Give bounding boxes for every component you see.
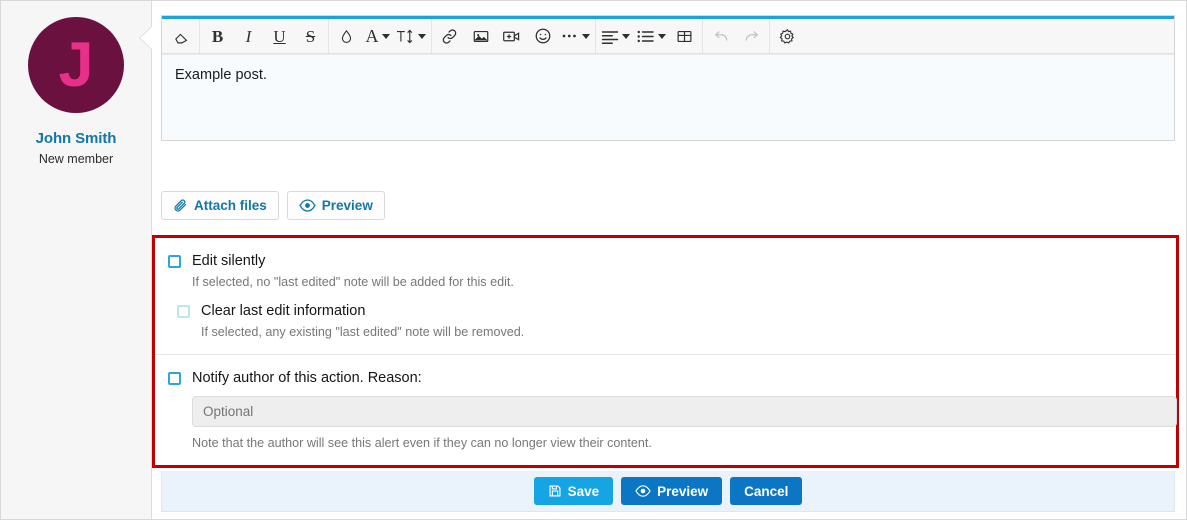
notify-reason-input[interactable]: [192, 396, 1177, 427]
notify-author-text: Notify author of this action. Reason: No…: [192, 369, 1177, 450]
author-title: New member: [39, 152, 113, 166]
clear-last-edit-checkbox[interactable]: [177, 305, 190, 318]
panel-pointer-tail: [140, 27, 152, 49]
eye-icon: [635, 484, 651, 498]
image-icon[interactable]: [465, 19, 496, 53]
toolbar-separator: [702, 19, 703, 53]
attach-files-label: Attach files: [194, 198, 267, 213]
toolbar-separator: [199, 19, 200, 53]
redo-icon[interactable]: [736, 19, 767, 53]
preview-button-footer[interactable]: Preview: [621, 477, 722, 505]
cancel-label: Cancel: [744, 484, 788, 499]
post-edit-panel: B I U S A: [152, 1, 1187, 520]
attach-files-button[interactable]: Attach files: [161, 191, 279, 220]
dialog-footer: Save Preview Cancel: [161, 471, 1175, 512]
save-label: Save: [568, 484, 600, 499]
clear-formatting-icon[interactable]: [166, 19, 197, 53]
editor-text: Example post.: [175, 67, 267, 83]
preview-label-secondary: Preview: [322, 198, 373, 213]
toolbar-separator: [328, 19, 329, 53]
font-size-icon[interactable]: [393, 19, 429, 53]
emoji-smiley-icon[interactable]: [527, 19, 558, 53]
table-icon[interactable]: [669, 19, 700, 53]
clear-last-edit-row[interactable]: Clear last edit information If selected,…: [155, 302, 1176, 340]
editor-content-area[interactable]: Example post.: [162, 54, 1174, 140]
preview-label-footer: Preview: [657, 484, 708, 499]
edit-silently-checkbox[interactable]: [168, 255, 181, 268]
paperclip-icon: [173, 198, 188, 213]
author-name-link[interactable]: John Smith: [36, 130, 117, 147]
notify-author-row[interactable]: Notify author of this action. Reason: No…: [155, 369, 1176, 450]
clear-last-edit-help: If selected, any existing "last edited" …: [201, 324, 524, 340]
eye-icon: [299, 198, 316, 213]
list-icon[interactable]: [633, 19, 669, 53]
author-sidebar: J John Smith New member: [1, 1, 152, 520]
underline-icon[interactable]: U: [264, 19, 295, 53]
edit-silently-section: Edit silently If selected, no "last edit…: [155, 238, 1176, 354]
clear-last-edit-label: Clear last edit information: [201, 302, 524, 320]
edit-silently-help: If selected, no "last edited" note will …: [192, 274, 514, 290]
more-options-ellipsis-icon[interactable]: [558, 19, 593, 53]
edit-post-dialog: J John Smith New member B I U S: [0, 0, 1187, 520]
avatar[interactable]: J: [28, 17, 124, 113]
font-color-icon[interactable]: A: [362, 19, 393, 53]
italic-icon[interactable]: I: [233, 19, 264, 53]
preview-button-secondary[interactable]: Preview: [287, 191, 385, 220]
strikethrough-icon[interactable]: S: [295, 19, 326, 53]
avatar-initial: J: [58, 34, 93, 97]
editor-actions-row: Attach files Preview: [161, 191, 385, 220]
save-button[interactable]: Save: [534, 477, 614, 505]
undo-icon[interactable]: [705, 19, 736, 53]
align-icon[interactable]: [598, 19, 633, 53]
notify-author-section: Notify author of this action. Reason: No…: [155, 354, 1176, 464]
edit-silently-row[interactable]: Edit silently If selected, no "last edit…: [155, 252, 1176, 290]
toolbar-separator: [769, 19, 770, 53]
moderation-options-highlight: Edit silently If selected, no "last edit…: [152, 235, 1179, 468]
edit-silently-text: Edit silently If selected, no "last edit…: [192, 252, 514, 290]
floppy-disk-icon: [548, 484, 562, 498]
link-icon[interactable]: [434, 19, 465, 53]
rich-text-editor: B I U S A: [161, 15, 1175, 141]
text-color-droplet-icon[interactable]: [331, 19, 362, 53]
editor-toolbar: B I U S A: [162, 19, 1174, 54]
toolbar-separator: [595, 19, 596, 53]
edit-silently-label: Edit silently: [192, 252, 514, 270]
cancel-button[interactable]: Cancel: [730, 477, 802, 505]
toolbar-separator: [431, 19, 432, 53]
settings-gear-icon[interactable]: [772, 19, 803, 53]
bold-icon[interactable]: B: [202, 19, 233, 53]
video-icon[interactable]: [496, 19, 527, 53]
notify-author-checkbox[interactable]: [168, 372, 181, 385]
clear-last-edit-text: Clear last edit information If selected,…: [201, 302, 524, 340]
notify-author-label: Notify author of this action. Reason:: [192, 369, 1177, 387]
notify-author-note: Note that the author will see this alert…: [192, 436, 1177, 450]
